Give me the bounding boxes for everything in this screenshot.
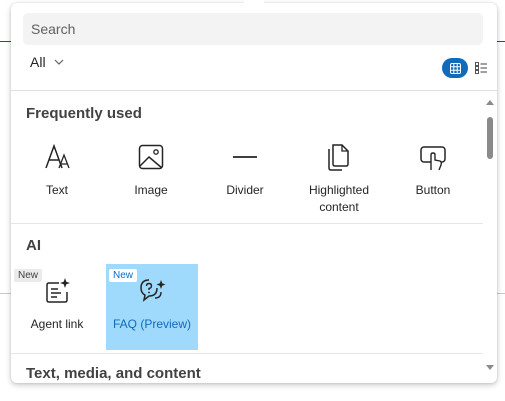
tile-button[interactable]: Button xyxy=(387,130,479,216)
section-title-frequently-used: Frequently used xyxy=(26,105,142,122)
tile-label: Agent link xyxy=(30,317,84,331)
grid-view-button[interactable] xyxy=(442,58,468,78)
list-icon xyxy=(475,62,487,74)
view-toggle xyxy=(442,58,488,78)
scrollbar-thumb[interactable] xyxy=(487,117,493,159)
chevron-down-icon xyxy=(54,59,63,65)
tile-image[interactable]: Image xyxy=(105,130,197,216)
tile-label: Image xyxy=(134,183,168,197)
tile-text[interactable]: Text xyxy=(11,130,103,216)
scroll-down-icon[interactable] xyxy=(484,363,496,373)
image-icon xyxy=(138,144,164,170)
scroll-up-icon[interactable] xyxy=(484,97,496,107)
tile-label: Button xyxy=(415,183,451,197)
tile-label: FAQ (Preview) xyxy=(112,317,191,331)
search-input[interactable] xyxy=(23,13,483,45)
filter-dropdown[interactable]: All xyxy=(30,54,64,70)
section-title-ai: AI xyxy=(26,237,41,254)
section-title-text-media-content: Text, media, and content xyxy=(26,365,201,382)
button-icon xyxy=(420,146,446,171)
faq-icon xyxy=(140,279,166,302)
tile-label: Highlighted content xyxy=(308,183,370,214)
highlighted-content-icon xyxy=(328,144,349,171)
tile-highlighted-content[interactable]: Highlighted content xyxy=(293,130,385,216)
grid-icon xyxy=(449,62,461,74)
section-divider xyxy=(11,353,483,354)
panel-pointer xyxy=(244,0,264,4)
filter-label: All xyxy=(30,54,46,70)
tile-divider[interactable]: Divider xyxy=(199,130,291,216)
scrollbar[interactable] xyxy=(483,93,497,383)
divider-icon xyxy=(233,156,257,158)
web-part-list: Frequently used Text Image Divider Highl… xyxy=(11,91,483,383)
tile-label: Text xyxy=(45,183,68,197)
tile-faq-preview[interactable]: New FAQ (Preview) xyxy=(106,264,198,350)
section-divider xyxy=(11,223,483,224)
text-icon xyxy=(45,143,70,169)
tile-label: Divider xyxy=(226,183,264,197)
agent-link-icon xyxy=(46,278,70,303)
background-rule-lower-right xyxy=(496,293,505,294)
toolbox-panel: All Frequently used xyxy=(11,3,497,383)
tile-agent-link[interactable]: New Agent link xyxy=(11,264,103,350)
list-view-button[interactable] xyxy=(474,61,488,75)
background-rule-right xyxy=(496,41,505,42)
new-badge: New xyxy=(109,269,138,282)
new-badge: New xyxy=(14,269,43,282)
